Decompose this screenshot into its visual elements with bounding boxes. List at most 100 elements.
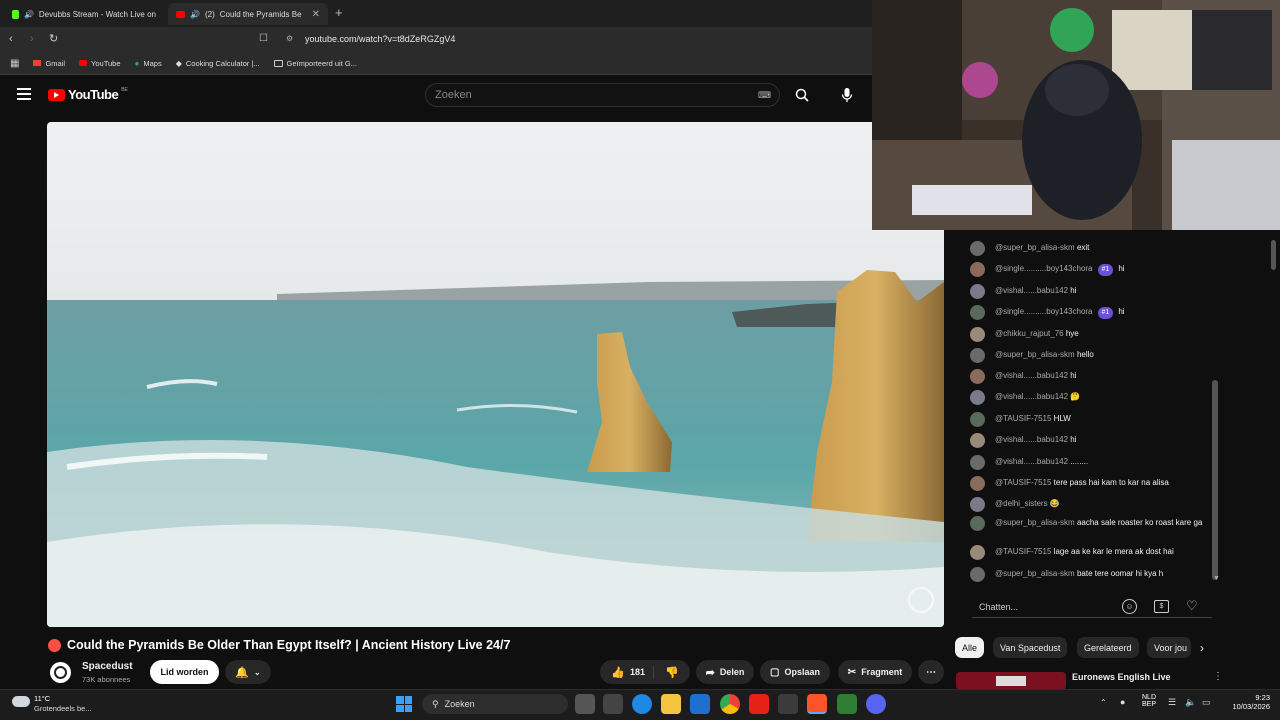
chat-avatar[interactable] — [970, 567, 985, 582]
chat-input[interactable]: Chatten... — [972, 596, 1212, 618]
url-field[interactable]: youtube.com/watch?v=t8dZeRGZgV4 — [305, 34, 455, 44]
clock[interactable]: 9:23 10/03/2026 — [1218, 693, 1270, 711]
bookmark-maps[interactable]: ● Maps — [135, 59, 162, 68]
chat-avatar[interactable] — [970, 433, 985, 448]
chat-author[interactable]: @delhi_sisters — [995, 499, 1048, 508]
windows-start-icon[interactable] — [396, 696, 412, 712]
tray-chevron-icon[interactable]: ⌃ — [1100, 698, 1107, 707]
chat-message[interactable]: @vishal......babu142 hi — [970, 369, 1210, 384]
chat-message[interactable]: @vishal......babu142 🤔 — [970, 390, 1210, 405]
file-explorer-icon[interactable] — [661, 694, 681, 714]
youtube-logo[interactable]: YouTube BE — [48, 87, 128, 102]
edge-icon[interactable] — [632, 694, 652, 714]
tab-devubbs[interactable]: 🔊 Devubbs Stream - Watch Live on — [4, 3, 164, 25]
wifi-icon[interactable]: ☰ — [1168, 697, 1176, 708]
chat-message[interactable]: @vishal......babu142 hi — [970, 284, 1210, 299]
chat-author[interactable]: @super_bp_alisa-skm — [995, 243, 1075, 252]
bookmark-icon[interactable]: ☐ — [259, 33, 268, 44]
chat-message[interactable]: @TAUSIF-7515 tere pass hai kam to kar na… — [970, 476, 1210, 491]
filter-chip-related[interactable]: Gerelateerd — [1077, 637, 1139, 658]
join-button[interactable]: Lid worden — [150, 660, 219, 684]
calculator-icon[interactable] — [778, 694, 798, 714]
save-button[interactable]: ▢ Opslaan — [760, 660, 830, 684]
chevron-right-icon[interactable]: › — [1200, 641, 1204, 655]
chat-avatar[interactable] — [970, 284, 985, 299]
filter-chip-for-you[interactable]: Voor jou — [1147, 637, 1191, 658]
site-info-icon[interactable]: ⚙ — [286, 34, 293, 43]
keyboard-icon[interactable]: ⌨ — [758, 90, 771, 101]
channel-name[interactable]: Spacedust — [82, 661, 133, 672]
chat-avatar[interactable] — [970, 369, 985, 384]
bookmark-cooking[interactable]: ◆ Cooking Calculator |... — [176, 59, 260, 68]
chat-author[interactable]: @vishal......babu142 — [995, 457, 1068, 466]
discord-icon[interactable] — [866, 694, 886, 714]
chat-avatar[interactable] — [970, 476, 985, 491]
reload-icon[interactable]: ↻ — [49, 32, 58, 45]
dislike-button[interactable]: 👎 — [659, 666, 679, 679]
bookmark-gmail[interactable]: Gmail — [33, 59, 65, 68]
chat-avatar[interactable] — [970, 516, 985, 531]
tab-youtube-active[interactable]: 🔊 (2) Could the Pyramids Be ✕ — [168, 3, 328, 25]
microphone-tray-icon[interactable]: ● — [1120, 697, 1125, 707]
chat-author[interactable]: @TAUSIF-7515 — [995, 478, 1051, 487]
chat-avatar[interactable] — [970, 262, 985, 277]
chat-avatar[interactable] — [970, 348, 985, 363]
chat-avatar[interactable] — [970, 497, 985, 512]
channel-avatar[interactable] — [50, 662, 71, 683]
chat-author[interactable]: @single..........boy143chora — [995, 264, 1093, 273]
chat-message[interactable]: @super_bp_alisa-skm aacha sale roaster k… — [970, 516, 1210, 531]
page-scrollbar-thumb[interactable] — [1271, 240, 1276, 270]
chat-author[interactable]: @single..........boy143chora — [995, 307, 1093, 316]
youtube-app-icon[interactable] — [749, 694, 769, 714]
chat-message[interactable]: @chikku_rajput_76 hye — [970, 327, 1210, 342]
like-button[interactable]: 👍 181 — [611, 665, 655, 679]
membership-icon[interactable]: $ — [1154, 600, 1169, 613]
next-video-title[interactable]: Euronews English Live — [1072, 672, 1171, 682]
battery-icon[interactable]: ▭ — [1202, 697, 1211, 708]
filter-chip-channel[interactable]: Van Spacedust — [993, 637, 1068, 658]
apps-grid-icon[interactable]: ▦ — [10, 58, 19, 69]
chat-avatar[interactable] — [970, 545, 985, 560]
chat-author[interactable]: @vishal......babu142 — [995, 392, 1068, 401]
emoji-icon[interactable]: ☺ — [1122, 599, 1137, 614]
notification-bell-button[interactable]: 🔔 ⌄ — [225, 660, 271, 684]
close-tab-icon[interactable]: ✕ — [312, 9, 320, 20]
chat-author[interactable]: @TAUSIF-7515 — [995, 414, 1051, 423]
next-video-thumbnail[interactable] — [956, 672, 1066, 690]
search-button[interactable] — [784, 83, 820, 107]
volume-icon[interactable]: 🔈 — [1185, 697, 1196, 708]
chat-message[interactable]: @vishal......babu142 hi — [970, 433, 1210, 448]
voice-search-button[interactable] — [834, 83, 860, 107]
forward-icon[interactable]: › — [30, 33, 34, 45]
chat-author[interactable]: @super_bp_alisa-skm — [995, 569, 1075, 578]
heart-icon[interactable]: ♡ — [1186, 598, 1198, 614]
chat-author[interactable]: @vishal......babu142 — [995, 371, 1068, 380]
chat-message[interactable]: @delhi_sisters 😂 — [970, 497, 1210, 512]
chat-scrollbar[interactable] — [1212, 380, 1218, 580]
chat-message[interactable]: @vishal......babu142 ........ — [970, 455, 1210, 470]
bookmark-folder[interactable]: Geïmporteerd uit G... — [273, 59, 357, 68]
language-indicator[interactable]: NLD BEP — [1142, 694, 1156, 708]
chat-message[interactable]: @super_bp_alisa-skm hello — [970, 348, 1210, 363]
widgets-icon[interactable] — [603, 694, 623, 714]
chat-author[interactable]: @super_bp_alisa-skm — [995, 350, 1075, 359]
chat-author[interactable]: @vishal......babu142 — [995, 435, 1068, 444]
bookmark-youtube[interactable]: YouTube — [79, 59, 121, 68]
outlook-icon[interactable] — [690, 694, 710, 714]
kick-app-icon[interactable] — [837, 694, 857, 714]
chat-avatar[interactable] — [970, 412, 985, 427]
chat-author[interactable]: @super_bp_alisa-skm — [995, 518, 1075, 527]
new-tab-icon[interactable]: + — [335, 5, 343, 20]
chat-avatar[interactable] — [970, 327, 985, 342]
search-input[interactable]: Zoeken ⌨ — [425, 83, 780, 107]
video-player[interactable] — [47, 122, 944, 627]
brave-icon[interactable] — [807, 694, 827, 714]
weather-icon[interactable] — [12, 696, 30, 707]
chat-avatar[interactable] — [970, 390, 985, 405]
back-icon[interactable]: ‹ — [9, 33, 13, 45]
chat-avatar[interactable] — [970, 241, 985, 256]
chat-author[interactable]: @chikku_rajput_76 — [995, 329, 1064, 338]
chat-message[interactable]: @TAUSIF-7515 lage aa ke kar le mera ak d… — [970, 545, 1210, 560]
filter-chip-all[interactable]: Alle — [955, 637, 985, 658]
share-button[interactable]: ➦ Delen — [696, 660, 754, 684]
